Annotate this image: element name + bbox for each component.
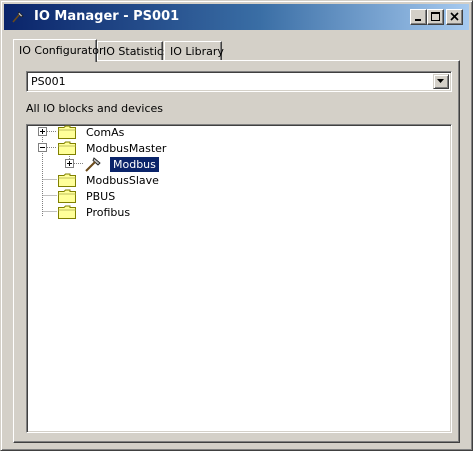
dropdown-button[interactable] (433, 74, 449, 89)
io-manager-window: IO Manager - PS001 IO Configurator IO St… (0, 0, 473, 451)
tab-label: IO Library (170, 45, 224, 58)
tab-io-configurator[interactable]: IO Configurator (13, 39, 104, 62)
tab-io-statistics[interactable]: IO Statistics (97, 41, 169, 61)
collapse-toggle[interactable] (38, 143, 47, 152)
tree-node-label: ModbusSlave (86, 174, 159, 187)
expand-toggle[interactable] (38, 127, 47, 136)
app-icon[interactable] (10, 9, 26, 25)
tree-node-label: Profibus (86, 206, 131, 219)
tab-io-library[interactable]: IO Library (164, 41, 224, 61)
tree-node-label: PBUS (86, 190, 116, 203)
tree-node-modbus[interactable]: Modbus (27, 156, 227, 173)
folder-icon (58, 141, 76, 155)
tree-node-comas[interactable]: ComAs (27, 125, 227, 141)
close-button[interactable] (446, 9, 463, 25)
hammer-icon (85, 157, 101, 172)
tree-node-label: Modbus (109, 156, 160, 173)
tree-node-profibus[interactable]: Profibus (27, 205, 227, 221)
io-tree[interactable]: ComAs ModbusMaster Modbus ModbusSlave PB… (26, 124, 452, 433)
window-title: IO Manager - PS001 (34, 9, 180, 24)
plus-icon (40, 129, 45, 134)
tree-heading: All IO blocks and devices (26, 102, 164, 115)
plus-icon (67, 161, 72, 166)
maximize-icon (431, 12, 440, 21)
tree-node-modbusmaster[interactable]: ModbusMaster (27, 141, 227, 157)
close-icon (450, 12, 459, 21)
tree-node-label: ModbusMaster (86, 142, 167, 155)
chevron-down-icon (437, 79, 444, 83)
minimize-button[interactable] (410, 9, 427, 25)
station-select-value: PS001 (31, 75, 66, 88)
minus-icon (40, 147, 45, 148)
maximize-button[interactable] (427, 9, 444, 25)
expand-toggle[interactable] (65, 159, 74, 168)
tree-node-label: ComAs (86, 126, 125, 139)
tree-node-modbusslave[interactable]: ModbusSlave (27, 173, 227, 189)
tree-node-pbus[interactable]: PBUS (27, 189, 227, 205)
title-bar[interactable]: IO Manager - PS001 (4, 4, 469, 30)
folder-icon (58, 173, 76, 187)
tab-label: IO Configurator (19, 44, 104, 57)
folder-icon (58, 125, 76, 139)
minimize-icon (415, 19, 421, 21)
tab-label: IO Statistics (103, 45, 169, 58)
configurator-panel: PS001 All IO blocks and devices ComAs Mo… (13, 60, 460, 443)
folder-icon (58, 189, 76, 203)
folder-icon (58, 205, 76, 219)
station-select[interactable]: PS001 (26, 71, 452, 92)
